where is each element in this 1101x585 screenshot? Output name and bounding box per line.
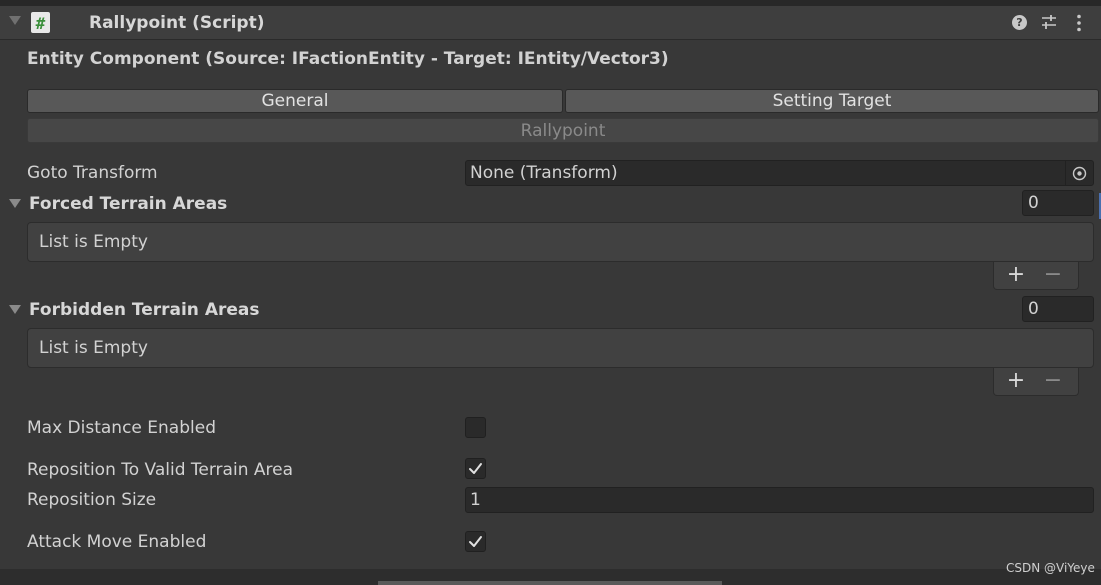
help-icon[interactable]: ? [1012, 15, 1027, 30]
reposition-size-label: Reposition Size [27, 490, 157, 510]
context-menu-icon[interactable] [1074, 14, 1084, 32]
max-distance-enabled-label: Max Distance Enabled [27, 418, 216, 438]
forbidden-terrain-areas-remove-button[interactable]: − [1043, 370, 1063, 392]
checkmark-icon [469, 536, 482, 547]
goto-transform-field[interactable]: None (Transform) [465, 160, 1094, 186]
max-distance-enabled-checkbox[interactable] [465, 417, 486, 438]
checkmark-icon [469, 463, 482, 474]
forced-terrain-areas-foldout-icon[interactable] [9, 199, 21, 208]
forced-terrain-areas-size-input[interactable]: 0 [1022, 190, 1094, 216]
forced-terrain-areas-footer: + − [993, 262, 1079, 290]
forced-terrain-areas-remove-button[interactable]: − [1043, 264, 1063, 286]
horizontal-scrollbar[interactable] [378, 581, 722, 585]
forced-terrain-areas-empty-text: List is Empty [39, 232, 148, 252]
object-picker-button[interactable] [1065, 161, 1093, 185]
forbidden-terrain-areas-list: List is Empty [27, 328, 1094, 368]
forbidden-terrain-areas-foldout-icon[interactable] [9, 305, 21, 314]
forbidden-terrain-areas-size-input[interactable]: 0 [1022, 296, 1094, 322]
forbidden-terrain-areas-empty-text: List is Empty [39, 338, 148, 358]
reposition-to-valid-terrain-area-checkbox[interactable] [465, 458, 486, 479]
goto-transform-value: None (Transform) [470, 163, 618, 183]
tab-general[interactable]: General [27, 89, 563, 113]
attack-move-enabled-label: Attack Move Enabled [27, 532, 207, 552]
reposition-size-input[interactable]: 1 [465, 487, 1094, 513]
goto-transform-label: Goto Transform [27, 163, 158, 183]
forced-terrain-areas-add-button[interactable]: + [1006, 264, 1026, 286]
collapse-arrow-icon[interactable] [9, 16, 21, 25]
forbidden-terrain-areas-label[interactable]: Forbidden Terrain Areas [29, 302, 260, 319]
script-icon: # [31, 12, 50, 33]
forced-terrain-areas-list: List is Empty [27, 222, 1094, 262]
watermark: CSDN @ViYeye [1006, 561, 1095, 575]
entity-component-heading: Entity Component (Source: IFactionEntity… [27, 49, 669, 69]
attack-move-enabled-checkbox[interactable] [465, 531, 486, 552]
reposition-to-valid-terrain-area-label: Reposition To Valid Terrain Area [27, 460, 293, 480]
component-title: Rallypoint (Script) [89, 13, 265, 33]
forbidden-terrain-areas-footer: + − [993, 368, 1079, 396]
forbidden-terrain-areas-add-button[interactable]: + [1006, 370, 1026, 392]
presets-icon[interactable] [1041, 14, 1057, 30]
tab-rallypoint[interactable]: Rallypoint [27, 118, 1099, 143]
tab-setting-target[interactable]: Setting Target [565, 89, 1099, 113]
object-picker-icon [1072, 166, 1087, 181]
forced-terrain-areas-label[interactable]: Forced Terrain Areas [29, 196, 227, 213]
